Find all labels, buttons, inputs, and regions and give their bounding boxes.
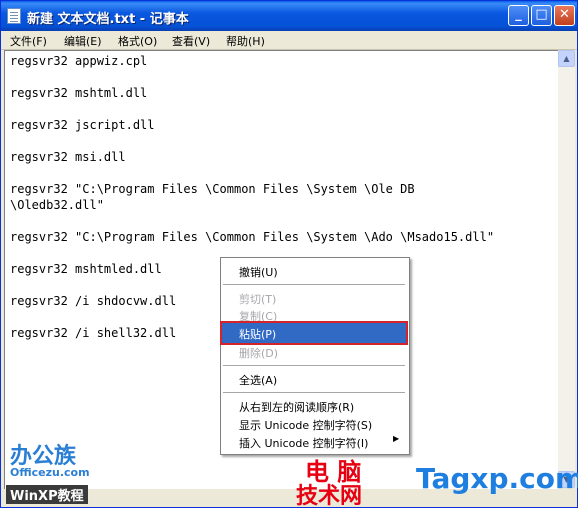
menu-separator <box>223 365 405 366</box>
notepad-icon <box>7 8 21 24</box>
menu-select-all[interactable]: 全选(A) <box>239 372 277 388</box>
editor-line: regsvr32 mshtml.dll <box>10 86 148 100</box>
menu-cut[interactable]: 剪切(T) <box>239 291 276 307</box>
menu-paste[interactable]: 粘贴(P) <box>239 326 276 342</box>
menu-edit[interactable]: 编辑(E) <box>64 33 102 49</box>
title-bar[interactable]: 新建 文本文档.txt - 记事本 _ □ ✕ <box>1 1 577 31</box>
menu-delete[interactable]: 删除(D) <box>239 345 278 361</box>
menu-undo[interactable]: 撤销(U) <box>239 264 278 280</box>
editor-line: \Oledb32.dll" <box>10 198 104 212</box>
editor-line: regsvr32 appwiz.cpl <box>10 54 148 68</box>
context-menu: 撤销(U) 剪切(T) 复制(C) 粘贴(P) 删除(D) 全选(A) 从右到左… <box>220 257 410 455</box>
editor-line: regsvr32 msi.dll <box>10 150 126 164</box>
logo-jishuwang: 技术网 <box>296 484 363 509</box>
menu-copy[interactable]: 复制(C) <box>239 308 277 324</box>
editor-line: regsvr32 /i shdocvw.dll <box>10 294 177 308</box>
window-title: 新建 文本文档.txt - 记事本 <box>27 12 189 27</box>
menu-insert-unicode[interactable]: 插入 Unicode 控制字符(I) <box>239 435 368 451</box>
menu-file[interactable]: 文件(F) <box>10 33 47 49</box>
menu-separator <box>223 392 405 393</box>
menu-rtl-reading[interactable]: 从右到左的阅读顺序(R) <box>239 399 354 415</box>
submenu-arrow-icon: ▶ <box>393 434 400 443</box>
editor-line: regsvr32 /i shell32.dll <box>10 326 177 340</box>
editor-line: regsvr32 "C:\Program Files \Common Files… <box>10 230 495 244</box>
logo-winxp: WinXP教程 <box>6 485 88 504</box>
logo-tagxp: Tagxp.com <box>416 462 578 495</box>
menu-bar: 文件(F) 编辑(E) 格式(O) 查看(V) 帮助(H) <box>1 31 577 50</box>
scroll-up-icon[interactable]: ▲ <box>558 50 575 67</box>
menu-help[interactable]: 帮助(H) <box>226 33 265 49</box>
editor-line: regsvr32 "C:\Program Files \Common Files… <box>10 182 415 196</box>
maximize-button[interactable]: □ <box>531 5 552 26</box>
menu-separator <box>223 284 405 285</box>
close-button[interactable]: ✕ <box>554 5 575 26</box>
menu-format[interactable]: 格式(O) <box>118 33 157 49</box>
menu-show-unicode[interactable]: 显示 Unicode 控制字符(S) <box>239 417 372 433</box>
editor-line: regsvr32 jscript.dll <box>10 118 155 132</box>
logo-officezu: Officezu.com <box>10 466 90 479</box>
editor-line: regsvr32 mshtmled.dll <box>10 262 162 276</box>
minimize-button[interactable]: _ <box>508 5 529 26</box>
menu-view[interactable]: 查看(V) <box>172 33 210 49</box>
vertical-scrollbar[interactable]: ▲ ▼ <box>558 50 575 488</box>
